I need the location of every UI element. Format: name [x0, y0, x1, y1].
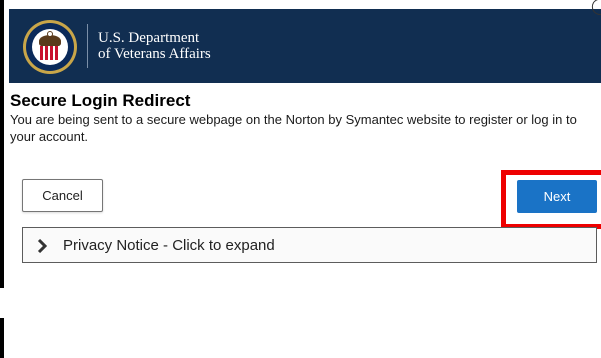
privacy-notice-label: Privacy Notice - Click to expand	[63, 237, 275, 254]
header-divider	[87, 24, 88, 68]
dialog-title: Secure Login Redirect	[10, 91, 191, 110]
chevron-right-icon	[37, 239, 47, 253]
va-header: U.S. Department of Veterans Affairs	[9, 9, 601, 83]
window-edge-gap	[0, 288, 4, 318]
org-name-line2: of Veterans Affairs	[98, 46, 211, 62]
org-name: U.S. Department of Veterans Affairs	[98, 30, 211, 62]
cancel-button[interactable]: Cancel	[22, 179, 103, 212]
va-seal-icon	[23, 20, 77, 74]
privacy-notice-toggle[interactable]: Privacy Notice - Click to expand	[22, 227, 597, 263]
org-name-line1: U.S. Department	[98, 30, 200, 46]
window-corner-icon: ◯	[591, 0, 601, 15]
dialog-message: You are being sent to a secure webpage o…	[10, 112, 577, 144]
next-button[interactable]: Next	[517, 180, 597, 213]
